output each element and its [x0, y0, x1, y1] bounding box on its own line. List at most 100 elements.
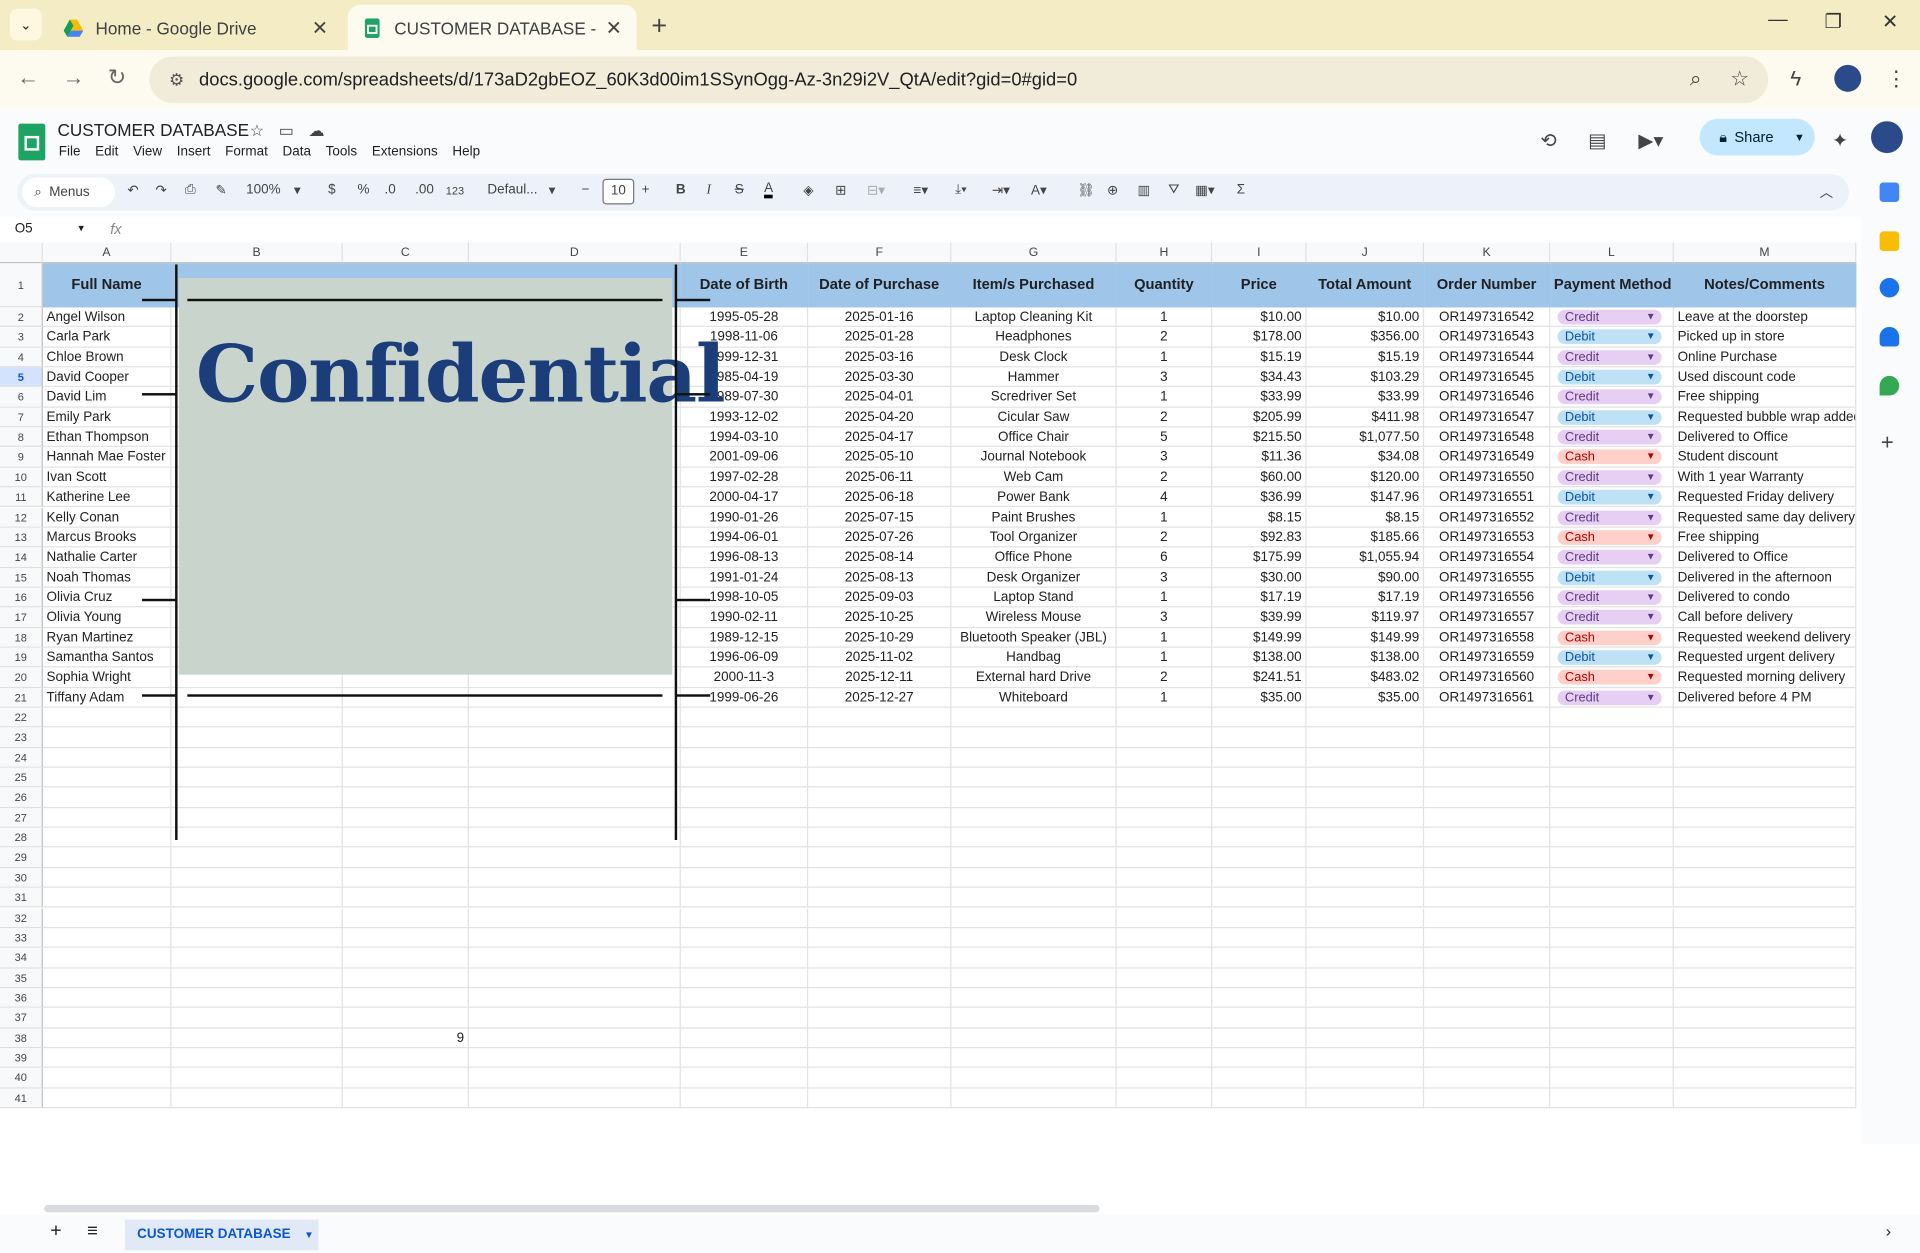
- empty-cell[interactable]: [171, 807, 343, 828]
- table-cell[interactable]: [468, 687, 681, 708]
- empty-cell[interactable]: [342, 747, 469, 768]
- table-cell[interactable]: 2: [1116, 407, 1213, 428]
- empty-cell[interactable]: [1424, 727, 1551, 748]
- empty-cell[interactable]: [1212, 827, 1307, 848]
- table-cell[interactable]: 2025-09-03: [808, 587, 952, 608]
- table-cell[interactable]: 2001-09-06: [680, 447, 809, 468]
- table-cell[interactable]: $8.15: [1212, 507, 1307, 528]
- table-cell[interactable]: $15.19: [1212, 347, 1307, 368]
- table-cell[interactable]: 2025-12-11: [808, 667, 952, 688]
- empty-cell[interactable]: [171, 1008, 343, 1029]
- table-cell[interactable]: Requested bubble wrap added: [1673, 407, 1857, 428]
- currency-format-button[interactable]: $: [328, 182, 336, 197]
- table-cell[interactable]: Tool Organizer: [951, 527, 1117, 548]
- empty-cell[interactable]: [1550, 1068, 1674, 1089]
- empty-cell[interactable]: [1673, 947, 1857, 969]
- empty-cell[interactable]: [808, 1048, 952, 1069]
- table-cell[interactable]: $8.15: [1306, 507, 1425, 528]
- table-cell[interactable]: $138.00: [1212, 647, 1307, 668]
- empty-cell[interactable]: [808, 747, 952, 768]
- table-cell[interactable]: $483.02: [1306, 667, 1425, 688]
- table-cell[interactable]: $17.19: [1212, 587, 1307, 608]
- empty-cell[interactable]: [680, 1028, 809, 1049]
- row-header-35[interactable]: 35: [0, 968, 43, 989]
- row-header-20[interactable]: 20: [0, 667, 43, 688]
- table-cell[interactable]: Requested weekend delivery: [1673, 627, 1857, 648]
- table-cell[interactable]: 1994-03-10: [680, 427, 809, 448]
- empty-cell[interactable]: [951, 968, 1117, 989]
- table-cell[interactable]: Credit: [1550, 307, 1674, 328]
- table-cell[interactable]: $17.19: [1306, 587, 1425, 608]
- column-header-m[interactable]: M: [1673, 242, 1857, 264]
- empty-cell[interactable]: [808, 767, 952, 788]
- table-cell[interactable]: 6: [1116, 547, 1213, 568]
- url-input[interactable]: ⚙ docs.google.com/spreadsheets/d/173aD2g…: [149, 56, 1769, 103]
- table-cell[interactable]: 2025-06-18: [808, 487, 952, 508]
- empty-cell[interactable]: [1212, 947, 1307, 969]
- table-cell[interactable]: 2025-06-11: [808, 467, 952, 488]
- menu-view[interactable]: View: [133, 144, 162, 159]
- empty-cell[interactable]: [808, 1088, 952, 1109]
- empty-cell[interactable]: [1550, 887, 1674, 908]
- star-icon[interactable]: ☆: [250, 121, 279, 139]
- empty-cell[interactable]: [1116, 1028, 1213, 1049]
- empty-cell[interactable]: [342, 927, 469, 948]
- empty-cell[interactable]: [951, 887, 1117, 908]
- empty-cell[interactable]: [1306, 1048, 1425, 1069]
- row-header-9[interactable]: 9: [0, 447, 43, 468]
- table-cell[interactable]: Desk Clock: [951, 347, 1117, 368]
- empty-cell[interactable]: [1673, 988, 1857, 1009]
- empty-cell[interactable]: [1212, 1008, 1307, 1029]
- empty-cell[interactable]: [1116, 968, 1213, 989]
- table-cell[interactable]: Free shipping: [1673, 387, 1857, 408]
- table-cell[interactable]: $149.99: [1212, 627, 1307, 648]
- browser-tab-sheets[interactable]: CUSTOMER DATABASE - Google ✕: [347, 4, 637, 51]
- name-box[interactable]: O5: [15, 222, 33, 237]
- table-cell[interactable]: 1997-02-28: [680, 467, 809, 488]
- row-header-5[interactable]: 5: [0, 367, 43, 388]
- row-header-4[interactable]: 4: [0, 347, 43, 368]
- empty-cell[interactable]: [1116, 947, 1213, 969]
- empty-cell[interactable]: [680, 927, 809, 948]
- select-all-corner[interactable]: [0, 242, 43, 264]
- table-cell[interactable]: [342, 687, 469, 708]
- empty-cell[interactable]: [171, 787, 343, 808]
- empty-cell[interactable]: [1116, 847, 1213, 868]
- empty-cell[interactable]: [1424, 767, 1551, 788]
- table-cell[interactable]: 2025-12-27: [808, 687, 952, 708]
- browser-menu-icon[interactable]: ⋮: [1886, 67, 1907, 91]
- all-sheets-icon[interactable]: ≡: [87, 1221, 98, 1242]
- empty-cell[interactable]: [468, 727, 681, 748]
- table-cell[interactable]: 2025-07-26: [808, 527, 952, 548]
- empty-cell[interactable]: [1212, 887, 1307, 908]
- table-cell[interactable]: 1989-12-15: [680, 627, 809, 648]
- empty-cell[interactable]: [951, 1088, 1117, 1109]
- insert-chart-icon[interactable]: ▥: [1138, 182, 1151, 199]
- empty-cell[interactable]: [1673, 827, 1857, 848]
- merge-cells-icon[interactable]: ⊟▾: [867, 182, 885, 199]
- payment-method-chip[interactable]: Debit: [1557, 650, 1662, 665]
- table-cell[interactable]: Handbag: [951, 647, 1117, 668]
- empty-cell[interactable]: [468, 988, 681, 1009]
- table-cell[interactable]: With 1 year Warranty: [1673, 467, 1857, 488]
- empty-cell[interactable]: [1673, 787, 1857, 808]
- table-cell[interactable]: 2025-04-17: [808, 427, 952, 448]
- close-tab-icon[interactable]: ✕: [312, 15, 328, 39]
- empty-cell[interactable]: [1212, 968, 1307, 989]
- table-cell[interactable]: Office Chair: [951, 427, 1117, 448]
- row-header-17[interactable]: 17: [0, 607, 43, 628]
- empty-cell[interactable]: [808, 907, 952, 928]
- reload-icon[interactable]: ↻: [108, 65, 126, 91]
- empty-cell[interactable]: [1550, 847, 1674, 868]
- table-cell[interactable]: $411.98: [1306, 407, 1425, 428]
- empty-cell[interactable]: [342, 807, 469, 828]
- increase-decimal-button[interactable]: .00: [415, 182, 434, 197]
- row-header-37[interactable]: 37: [0, 1008, 43, 1029]
- empty-cell[interactable]: [342, 988, 469, 1009]
- close-window-icon[interactable]: ✕: [1882, 10, 1898, 34]
- empty-cell[interactable]: [1424, 1068, 1551, 1089]
- table-cell[interactable]: Credit: [1550, 687, 1674, 708]
- row-header-7[interactable]: 7: [0, 407, 43, 428]
- table-cell[interactable]: 2025-04-01: [808, 387, 952, 408]
- empty-cell[interactable]: [1116, 1088, 1213, 1109]
